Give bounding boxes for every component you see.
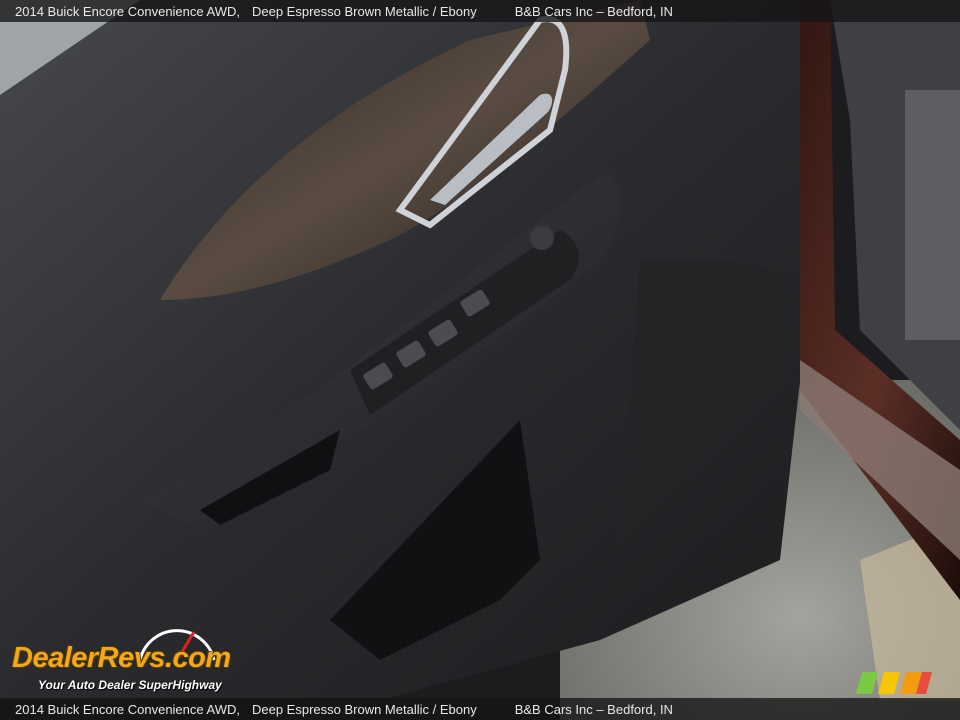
caption-bar-top: 2014 Buick Encore Convenience AWD, Deep … [0, 0, 960, 22]
seat-edge [905, 90, 960, 340]
logo-tagline: Your Auto Dealer SuperHighway [38, 678, 222, 692]
dealerrevs-logo: DealerRevs.com Your Auto Dealer SuperHig… [12, 622, 272, 698]
vehicle-title: 2014 Buick Encore Convenience AWD, [15, 701, 240, 717]
vehicle-color: Deep Espresso Brown Metallic / Ebony [251, 3, 477, 19]
dealer-name: B&B Cars Inc – Bedford, IN [514, 3, 673, 19]
listing-photo-frame: 2014 Buick Encore Convenience AWD, Deep … [0, 0, 960, 720]
dealer-badge [856, 672, 932, 694]
mirror-control-knob [530, 226, 554, 250]
dealer-name: B&B Cars Inc – Bedford, IN [514, 701, 673, 717]
vehicle-title: 2014 Buick Encore Convenience AWD, [15, 3, 240, 19]
caption-bar-bottom: 2014 Buick Encore Convenience AWD, Deep … [0, 698, 960, 720]
logo-text: DealerRevs.com [12, 642, 231, 674]
vehicle-color: Deep Espresso Brown Metallic / Ebony [251, 701, 477, 717]
door-panel-photo [0, 0, 960, 720]
